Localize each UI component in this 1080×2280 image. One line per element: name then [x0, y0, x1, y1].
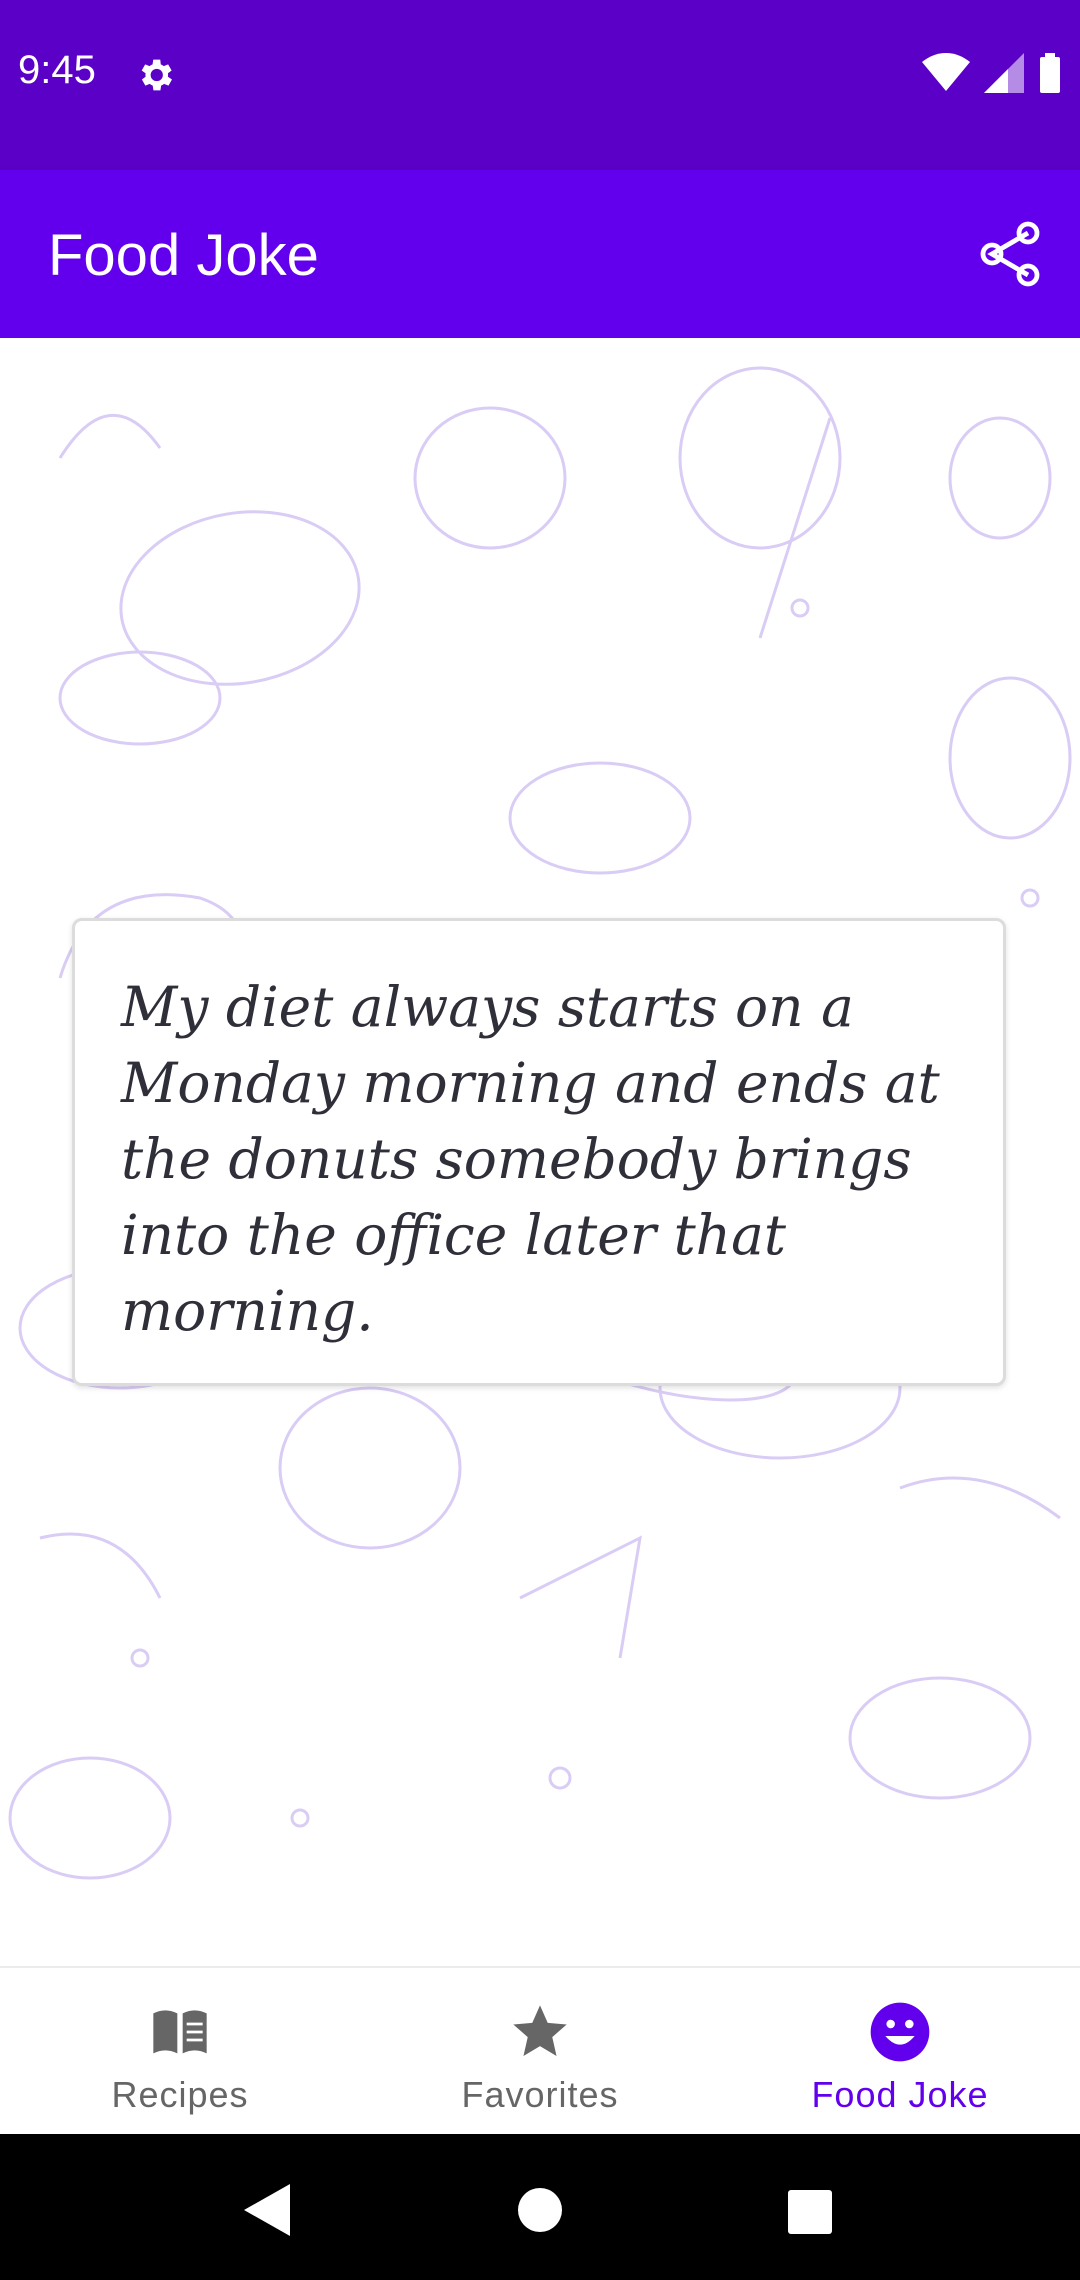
joke-text: My diet always starts on a Monday mornin… — [121, 975, 940, 1343]
nav-item-food-joke[interactable]: Food Joke — [720, 1968, 1080, 2136]
battery-icon — [1040, 53, 1060, 93]
status-time: 9:45 — [18, 48, 96, 92]
status-icons — [922, 52, 1062, 94]
nav-item-favorites[interactable]: Favorites — [360, 1968, 720, 2136]
system-navigation-bar — [0, 2134, 1080, 2280]
nav-label-recipes: Recipes — [111, 2074, 249, 2115]
nav-label-favorites: Favorites — [461, 2074, 619, 2115]
nav-label-food-joke: Food Joke — [811, 2074, 989, 2115]
joke-card: My diet always starts on a Monday mornin… — [72, 918, 1006, 1386]
star-icon — [513, 2005, 567, 2056]
gear-icon — [141, 59, 172, 91]
book-icon — [153, 2010, 207, 2054]
recents-icon[interactable] — [788, 2190, 832, 2234]
bottom-navigation: Recipes Favorites Food Joke — [0, 1966, 1080, 2136]
app-bar: Food Joke — [0, 170, 1080, 338]
share-icon[interactable] — [974, 218, 1046, 290]
page-title: Food Joke — [48, 223, 319, 288]
wifi-icon — [922, 53, 970, 91]
back-icon[interactable] — [244, 2184, 290, 2236]
cellular-signal-icon — [984, 53, 1024, 93]
smiley-icon — [870, 2002, 930, 2062]
home-icon[interactable] — [518, 2188, 562, 2232]
nav-item-recipes[interactable]: Recipes — [0, 1968, 360, 2136]
status-bar: 9:45 — [0, 0, 1080, 170]
joke-content: My diet always starts on a Monday mornin… — [0, 338, 1080, 1966]
